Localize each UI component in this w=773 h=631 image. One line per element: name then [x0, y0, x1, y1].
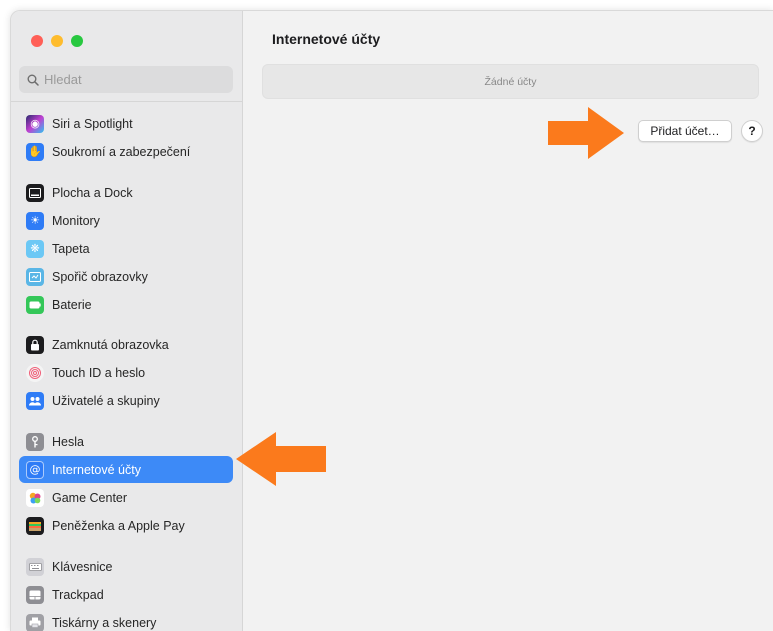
sidebar-item-label: Tiskárny a skenery [52, 615, 157, 630]
keyboard-icon [26, 557, 44, 576]
screensaver-icon [26, 267, 44, 286]
siri-icon: ◉ [26, 114, 44, 133]
sidebar: ◉ Siri a Spotlight ✋ Soukromí a zabezpeč… [11, 11, 243, 631]
zoom-window-button[interactable] [71, 35, 83, 47]
sidebar-item-screensaver[interactable]: Spořič obrazovky [19, 263, 233, 290]
close-window-button[interactable] [31, 35, 43, 47]
sidebar-item-keyboard[interactable]: Klávesnice [19, 553, 233, 580]
divider [11, 101, 243, 102]
sidebar-item-label: Trackpad [52, 587, 104, 602]
sidebar-item-desktop-dock[interactable]: Plocha a Dock [19, 179, 233, 206]
sidebar-item-label: Monitory [52, 213, 100, 228]
search-field[interactable] [19, 66, 233, 93]
main-pane: Internetové účty Žádné účty Přidat účet…… [244, 11, 773, 631]
sidebar-item-lock-screen[interactable]: Zamknutá obrazovka [19, 331, 233, 358]
sidebar-item-label: Klávesnice [52, 559, 113, 574]
sidebar-item-game-center[interactable]: Game Center [19, 484, 233, 511]
wallet-icon [26, 516, 44, 535]
dock-icon [26, 183, 44, 202]
settings-window: ◉ Siri a Spotlight ✋ Soukromí a zabezpeč… [10, 10, 773, 631]
search-input[interactable] [44, 72, 214, 87]
wallpaper-icon: ❋ [26, 239, 44, 258]
help-button[interactable]: ? [741, 120, 763, 142]
privacy-hand-icon: ✋ [26, 142, 44, 161]
sidebar-item-trackpad[interactable]: Trackpad [19, 581, 233, 608]
empty-state-text: Žádné účty [484, 75, 537, 88]
sidebar-item-privacy[interactable]: ✋ Soukromí a zabezpečení [19, 138, 233, 165]
sidebar-item-label: Internetové účty [52, 462, 141, 477]
sidebar-item-touch-id[interactable]: Touch ID a heslo [19, 359, 233, 386]
sidebar-item-label: Spořič obrazovky [52, 269, 148, 284]
sidebar-item-label: Plocha a Dock [52, 185, 133, 200]
sidebar-item-label: Game Center [52, 490, 128, 505]
sidebar-item-label: Touch ID a heslo [52, 365, 146, 380]
key-icon [26, 432, 44, 451]
display-icon: ☀ [26, 211, 44, 230]
users-icon [26, 391, 44, 410]
annotation-arrow-right [548, 107, 624, 159]
sidebar-item-label: Soukromí a zabezpečení [52, 144, 191, 159]
accounts-list-empty: Žádné účty [262, 64, 759, 99]
sidebar-item-label: Uživatelé a skupiny [52, 393, 160, 408]
battery-icon [26, 295, 44, 314]
add-account-button[interactable]: Přidat účet… [638, 120, 732, 142]
annotation-arrow-left [236, 432, 326, 486]
sidebar-item-wallpaper[interactable]: ❋ Tapeta [19, 235, 233, 262]
sidebar-item-siri[interactable]: ◉ Siri a Spotlight [19, 110, 233, 137]
printer-icon [26, 613, 44, 631]
sidebar-item-printers-scanners[interactable]: Tiskárny a skenery [19, 609, 233, 631]
sidebar-item-label: Siri a Spotlight [52, 116, 133, 131]
sidebar-item-label: Baterie [52, 297, 92, 312]
lock-screen-icon [26, 335, 44, 354]
sidebar-item-battery[interactable]: Baterie [19, 291, 233, 318]
minimize-window-button[interactable] [51, 35, 63, 47]
sidebar-item-displays[interactable]: ☀ Monitory [19, 207, 233, 234]
sidebar-item-passwords[interactable]: Hesla [19, 428, 233, 455]
sidebar-item-internet-accounts[interactable]: @ Internetové účty [19, 456, 233, 483]
trackpad-icon [26, 585, 44, 604]
sidebar-item-label: Hesla [52, 434, 84, 449]
fingerprint-icon [26, 363, 44, 382]
sidebar-item-label: Zamknutá obrazovka [52, 337, 169, 352]
page-title: Internetové účty [272, 31, 381, 47]
traffic-lights [31, 35, 83, 47]
sidebar-item-wallet-apple-pay[interactable]: Peněženka a Apple Pay [19, 512, 233, 539]
at-icon: @ [26, 460, 44, 479]
sidebar-item-users-groups[interactable]: Uživatelé a skupiny [19, 387, 233, 414]
game-center-icon [26, 488, 44, 507]
sidebar-item-label: Tapeta [52, 241, 90, 256]
search-icon [27, 74, 39, 86]
sidebar-item-label: Peněženka a Apple Pay [52, 518, 185, 533]
